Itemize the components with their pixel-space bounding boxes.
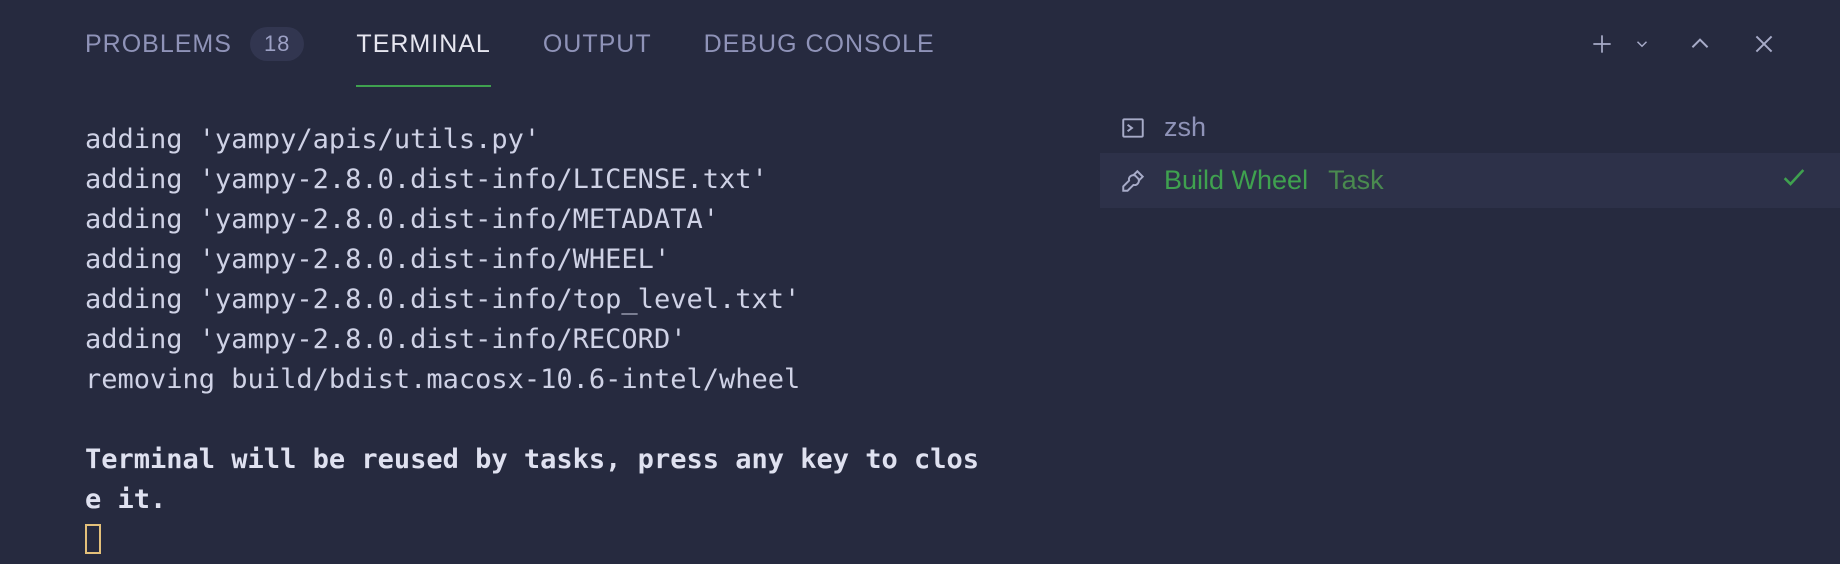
terminal-entry-label: zsh bbox=[1164, 112, 1206, 143]
tab-problems[interactable]: PROBLEMS 18 bbox=[85, 3, 304, 85]
terminal-cursor bbox=[85, 524, 101, 554]
problems-badge: 18 bbox=[250, 27, 304, 61]
maximize-panel-button[interactable] bbox=[1684, 28, 1716, 60]
terminal-line: adding 'yampy-2.8.0.dist-info/RECORD' bbox=[85, 320, 1100, 360]
tools-icon bbox=[1118, 166, 1148, 196]
tab-output[interactable]: OUTPUT bbox=[543, 6, 652, 83]
tab-terminal-label: TERMINAL bbox=[356, 30, 490, 59]
terminal-line: adding 'yampy/apis/utils.py' bbox=[85, 120, 1100, 160]
task-success-icon bbox=[1780, 163, 1808, 198]
terminal-line: adding 'yampy-2.8.0.dist-info/METADATA' bbox=[85, 200, 1100, 240]
new-terminal-dropdown-icon[interactable] bbox=[1632, 28, 1652, 60]
terminal-footer-line: Terminal will be reused by tasks, press … bbox=[85, 440, 1100, 480]
bottom-panel: PROBLEMS 18 TERMINAL OUTPUT DEBUG CONSOL… bbox=[0, 0, 1840, 564]
terminal-entry-sublabel: Task bbox=[1328, 165, 1384, 196]
panel-body: adding 'yampy/apis/utils.py' adding 'yam… bbox=[0, 88, 1840, 564]
tab-debug-console[interactable]: DEBUG CONSOLE bbox=[704, 6, 935, 83]
terminal-line: removing build/bdist.macosx-10.6-intel/w… bbox=[85, 360, 1100, 400]
tab-output-label: OUTPUT bbox=[543, 30, 652, 59]
terminal-list: zsh Build Wheel Task bbox=[1100, 88, 1840, 564]
tab-terminal[interactable]: TERMINAL bbox=[356, 6, 490, 83]
tab-debug-console-label: DEBUG CONSOLE bbox=[704, 30, 935, 59]
terminal-line: adding 'yampy-2.8.0.dist-info/top_level.… bbox=[85, 280, 1100, 320]
terminal-entry-label: Build Wheel bbox=[1164, 165, 1308, 196]
terminal-line: adding 'yampy-2.8.0.dist-info/WHEEL' bbox=[85, 240, 1100, 280]
panel-tabs: PROBLEMS 18 TERMINAL OUTPUT DEBUG CONSOL… bbox=[85, 3, 1586, 85]
tab-problems-label: PROBLEMS bbox=[85, 30, 232, 59]
terminal-line bbox=[85, 400, 1100, 440]
terminal-shell-icon bbox=[1118, 113, 1148, 143]
terminal-footer-line: e it. bbox=[85, 480, 1100, 520]
new-terminal-button[interactable] bbox=[1586, 28, 1618, 60]
panel-actions bbox=[1586, 28, 1780, 60]
close-panel-button[interactable] bbox=[1748, 28, 1780, 60]
terminal-line: adding 'yampy-2.8.0.dist-info/LICENSE.tx… bbox=[85, 160, 1100, 200]
terminal-entry-build-wheel[interactable]: Build Wheel Task bbox=[1100, 153, 1840, 208]
panel-tab-bar: PROBLEMS 18 TERMINAL OUTPUT DEBUG CONSOL… bbox=[0, 0, 1840, 88]
terminal-entry-zsh[interactable]: zsh bbox=[1100, 102, 1840, 153]
terminal-output[interactable]: adding 'yampy/apis/utils.py' adding 'yam… bbox=[0, 88, 1100, 564]
